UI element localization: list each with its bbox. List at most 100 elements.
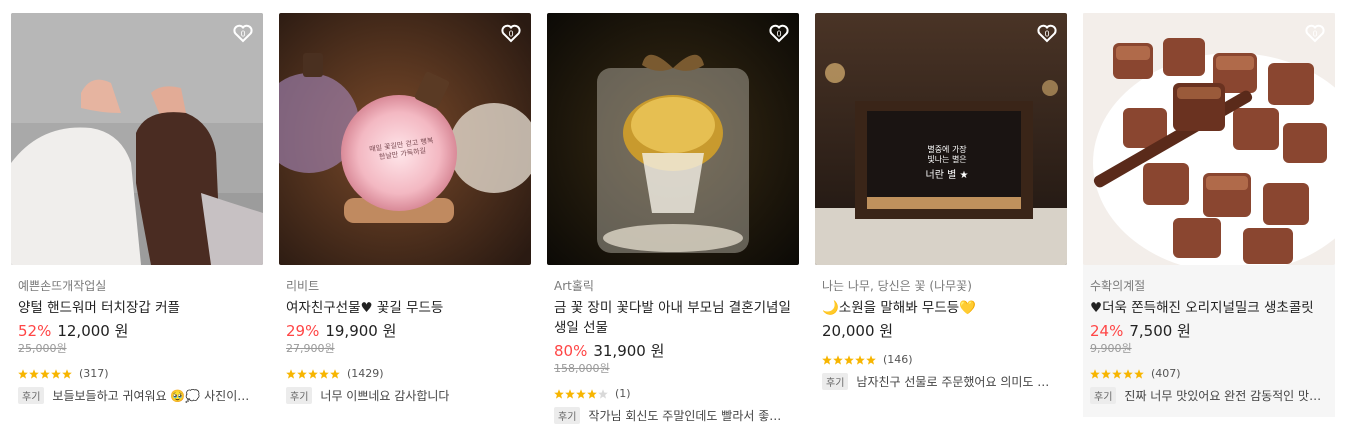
discount-rate: 80%: [554, 342, 588, 360]
product-image: [815, 13, 1067, 265]
rating: (1429): [286, 367, 524, 381]
original-price: 25,000원: [18, 342, 67, 355]
heart-icon[interactable]: 0: [1303, 21, 1327, 45]
price-row: 29% 19,900 원: [286, 321, 524, 341]
product-title[interactable]: 여자친구선물♥ 꽃길 무드등: [286, 298, 524, 318]
review-text: 작가님 회신도 주말인데도 빨라서 좋았구 몰...: [588, 409, 792, 423]
product-thumbnail[interactable]: 0: [11, 13, 263, 265]
review-snippet[interactable]: 후기 남자친구 선물로 주문했어요 의미도 있고 무...: [822, 373, 1060, 390]
sale-price: 7,500 원: [1129, 322, 1191, 340]
review-count: (317): [79, 367, 109, 380]
star-icon: [1112, 369, 1122, 379]
svg-text:0: 0: [240, 30, 245, 39]
star-icon: [598, 389, 608, 399]
product-thumbnail[interactable]: 0: [1083, 13, 1335, 265]
discount-rate: 29%: [286, 322, 320, 340]
product-thumbnail[interactable]: 별중에 가장 빛나는 별은 너란 별 ★ 0: [815, 13, 1067, 265]
review-snippet[interactable]: 후기 보들보들하고 귀여워요 🥹💭 사진이랑 같...: [18, 387, 256, 404]
star-icon: [587, 389, 597, 399]
seller-name[interactable]: 나는 나무, 당신은 꽃 (나무꽃): [822, 279, 1060, 293]
star-rating: [1090, 369, 1145, 379]
sale-price: 19,900 원: [325, 322, 397, 340]
seller-name[interactable]: 수확의계절: [1090, 279, 1328, 293]
review-tag: 후기: [1090, 387, 1117, 404]
star-rating: [286, 369, 341, 379]
review-count: (1): [615, 387, 631, 400]
rating: (1): [554, 387, 792, 401]
product-title[interactable]: ♥더욱 쫀득해진 오리지널밀크 생초콜릿: [1090, 298, 1328, 318]
star-icon: [1123, 369, 1133, 379]
product-image: [547, 13, 799, 265]
price-row: 24% 7,500 원: [1090, 321, 1328, 341]
svg-text:0: 0: [1044, 30, 1049, 39]
star-icon: [822, 355, 832, 365]
original-price: 27,900원: [286, 342, 335, 355]
star-icon: [330, 369, 340, 379]
overlay-line: 너란 별 ★: [925, 170, 969, 181]
star-rating: [18, 369, 73, 379]
svg-text:0: 0: [508, 30, 513, 39]
heart-icon[interactable]: 0: [231, 21, 255, 45]
svg-text:0: 0: [776, 30, 781, 39]
star-icon: [18, 369, 28, 379]
review-snippet[interactable]: 후기 너무 이쁘네요 감사합니다: [286, 387, 524, 404]
overlay-caption: 별중에 가장 빛나는 별은 너란 별 ★: [907, 145, 987, 184]
review-count: (1429): [347, 367, 384, 380]
review-snippet[interactable]: 후기 작가님 회신도 주말인데도 빨라서 좋았구 몰...: [554, 407, 792, 424]
product-card[interactable]: 0 Art홀릭 금 꽃 장미 꽃다발 아내 부모님 결혼기념일 생일 선물 80…: [547, 13, 799, 424]
product-image: [11, 13, 263, 265]
product-title[interactable]: 금 꽃 장미 꽃다발 아내 부모님 결혼기념일 생일 선물: [554, 298, 792, 338]
star-icon: [844, 355, 854, 365]
price-row: 20,000 원: [822, 321, 1060, 341]
star-icon: [51, 369, 61, 379]
seller-name[interactable]: 예쁜손뜨개작업실: [18, 279, 256, 293]
overlay-line: 별중에 가장: [927, 145, 967, 154]
discount-rate: 52%: [18, 322, 52, 340]
star-icon: [1090, 369, 1100, 379]
heart-icon[interactable]: 0: [499, 21, 523, 45]
seller-name[interactable]: 리비트: [286, 279, 524, 293]
star-rating: [822, 355, 877, 365]
product-thumbnail[interactable]: 0: [547, 13, 799, 265]
seller-name[interactable]: Art홀릭: [554, 279, 792, 293]
star-icon: [855, 355, 865, 365]
star-icon: [554, 389, 564, 399]
review-text: 너무 이쁘네요 감사합니다: [320, 389, 450, 403]
heart-icon[interactable]: 0: [1035, 21, 1059, 45]
star-icon: [297, 369, 307, 379]
svg-text:0: 0: [1312, 30, 1317, 39]
star-icon: [40, 369, 50, 379]
star-icon: [62, 369, 72, 379]
price-row: 52% 12,000 원: [18, 321, 256, 341]
heart-icon[interactable]: 0: [767, 21, 791, 45]
star-icon: [29, 369, 39, 379]
product-card[interactable]: 0 예쁜손뜨개작업실 양털 핸드워머 터치장갑 커플 52% 12,000 원 2…: [11, 13, 263, 404]
overlay-line: 빛나는 별은: [927, 155, 967, 164]
review-snippet[interactable]: 후기 진짜 너무 맛있어요 완전 감동적인 맛이에요 ...: [1090, 387, 1328, 404]
review-tag: 후기: [286, 387, 313, 404]
star-icon: [833, 355, 843, 365]
product-card[interactable]: 매일 꽃길만 걷고 행복한날만 가득하길 0 리비트 여자친구선물♥ 꽃길 무드…: [279, 13, 531, 404]
sale-price: 31,900 원: [593, 342, 665, 360]
product-thumbnail[interactable]: 매일 꽃길만 걷고 행복한날만 가득하길 0: [279, 13, 531, 265]
review-text: 보들보들하고 귀여워요 🥹💭 사진이랑 같...: [52, 389, 256, 403]
star-icon: [1101, 369, 1111, 379]
star-icon: [866, 355, 876, 365]
product-image: [279, 13, 531, 265]
product-image: [1083, 13, 1335, 265]
product-card[interactable]: 0 수확의계절 ♥더욱 쫀득해진 오리지널밀크 생초콜릿 24% 7,500 원 …: [1083, 13, 1335, 417]
original-price: 158,000원: [554, 362, 610, 375]
product-card[interactable]: 별중에 가장 빛나는 별은 너란 별 ★ 0 나는 나무, 당신은 꽃 (나무꽃…: [815, 13, 1067, 390]
star-icon: [576, 389, 586, 399]
discount-rate: 24%: [1090, 322, 1124, 340]
price-row: 80% 31,900 원: [554, 341, 792, 361]
original-price: 9,900원: [1090, 342, 1132, 355]
product-title[interactable]: 양털 핸드워머 터치장갑 커플: [18, 298, 256, 318]
review-tag: 후기: [18, 387, 45, 404]
rating: (317): [18, 367, 256, 381]
sale-price: 12,000 원: [57, 322, 129, 340]
product-title[interactable]: 🌙소원을 말해봐 무드등💛: [822, 298, 1060, 318]
review-text: 남자친구 선물로 주문했어요 의미도 있고 무...: [856, 375, 1060, 389]
review-tag: 후기: [554, 407, 581, 424]
review-text: 진짜 너무 맛있어요 완전 감동적인 맛이에요 ...: [1124, 389, 1328, 403]
